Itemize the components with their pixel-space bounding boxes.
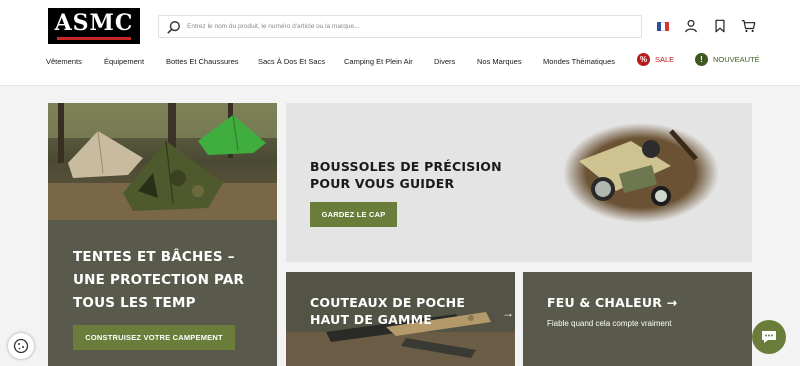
cart-icon[interactable] [740,18,756,34]
search-bar[interactable] [158,15,642,38]
site-header: ASMC Vêtements Équipement Bottes Et Chau… [0,0,800,86]
compass-image [563,123,719,223]
flag-france-icon[interactable] [657,22,669,31]
nav-item-bottes[interactable]: Bottes Et Chaussures [166,57,239,66]
nav-item-divers[interactable]: Divers [434,57,455,66]
tents-title: TENTES ET BÂCHES – UNE PROTECTION PAR TO… [73,249,245,311]
nav-item-equipement[interactable]: Équipement [104,57,144,66]
site-logo[interactable]: ASMC [48,8,140,44]
sale-label: SALE [655,55,675,64]
user-icon[interactable] [683,18,699,34]
nav-item-marques[interactable]: Nos Marques [477,57,522,66]
nav-item-camping[interactable]: Camping Et Plein Air [344,57,413,66]
compass-title: BOUSSOLES DE PRÉCISION POUR VOUS GUIDER [310,159,502,191]
fire-promo-card[interactable]: FEU & CHALEUR → Fiable quand cela compte… [523,272,752,366]
knives-title: COUTEAUX DE POCHE HAUT DE GAMME [310,295,466,327]
nav-item-sacs[interactable]: Sacs À Dos Et Sacs [258,57,325,66]
fire-subtitle: Fiable quand cela compte vraiment [547,319,672,328]
tents-image[interactable] [48,103,277,220]
tents-cta-button[interactable]: CONSTRUISEZ VOTRE CAMPEMENT [73,325,235,350]
compass-cta-button[interactable]: GARDEZ LE CAP [310,202,397,227]
cookie-settings-button[interactable] [8,333,34,359]
logo-text: ASMC [54,10,134,36]
knives-promo-card[interactable]: COUTEAUX DE POCHE HAUT DE GAMME → [286,272,515,366]
search-icon[interactable] [167,20,181,34]
new-exclamation-icon: ! [695,53,708,66]
tents-promo-card[interactable]: TENTES ET BÂCHES – UNE PROTECTION PAR TO… [48,220,277,366]
sale-percent-icon: % [637,53,650,66]
logo-underline [57,37,131,40]
chat-button[interactable] [752,320,786,354]
fire-title: FEU & CHALEUR → [547,295,678,310]
nav-item-vetements[interactable]: Vêtements [46,57,82,66]
nav-item-mondes[interactable]: Mondes Thématiques [543,57,615,66]
arrow-right-icon: → [502,306,514,320]
bookmark-icon[interactable] [712,18,728,34]
new-label: NOUVEAUTÉ [713,55,760,64]
chat-icon [762,331,776,343]
main-navigation: Vêtements Équipement Bottes Et Chaussure… [0,53,800,73]
search-input[interactable] [187,23,627,30]
nav-item-sale[interactable]: % SALE [637,53,674,66]
compass-promo-card[interactable]: BOUSSOLES DE PRÉCISION POUR VOUS GUIDER … [286,103,752,262]
cookie-icon [13,338,29,354]
nav-item-nouveaute[interactable]: ! NOUVEAUTÉ [695,53,760,66]
